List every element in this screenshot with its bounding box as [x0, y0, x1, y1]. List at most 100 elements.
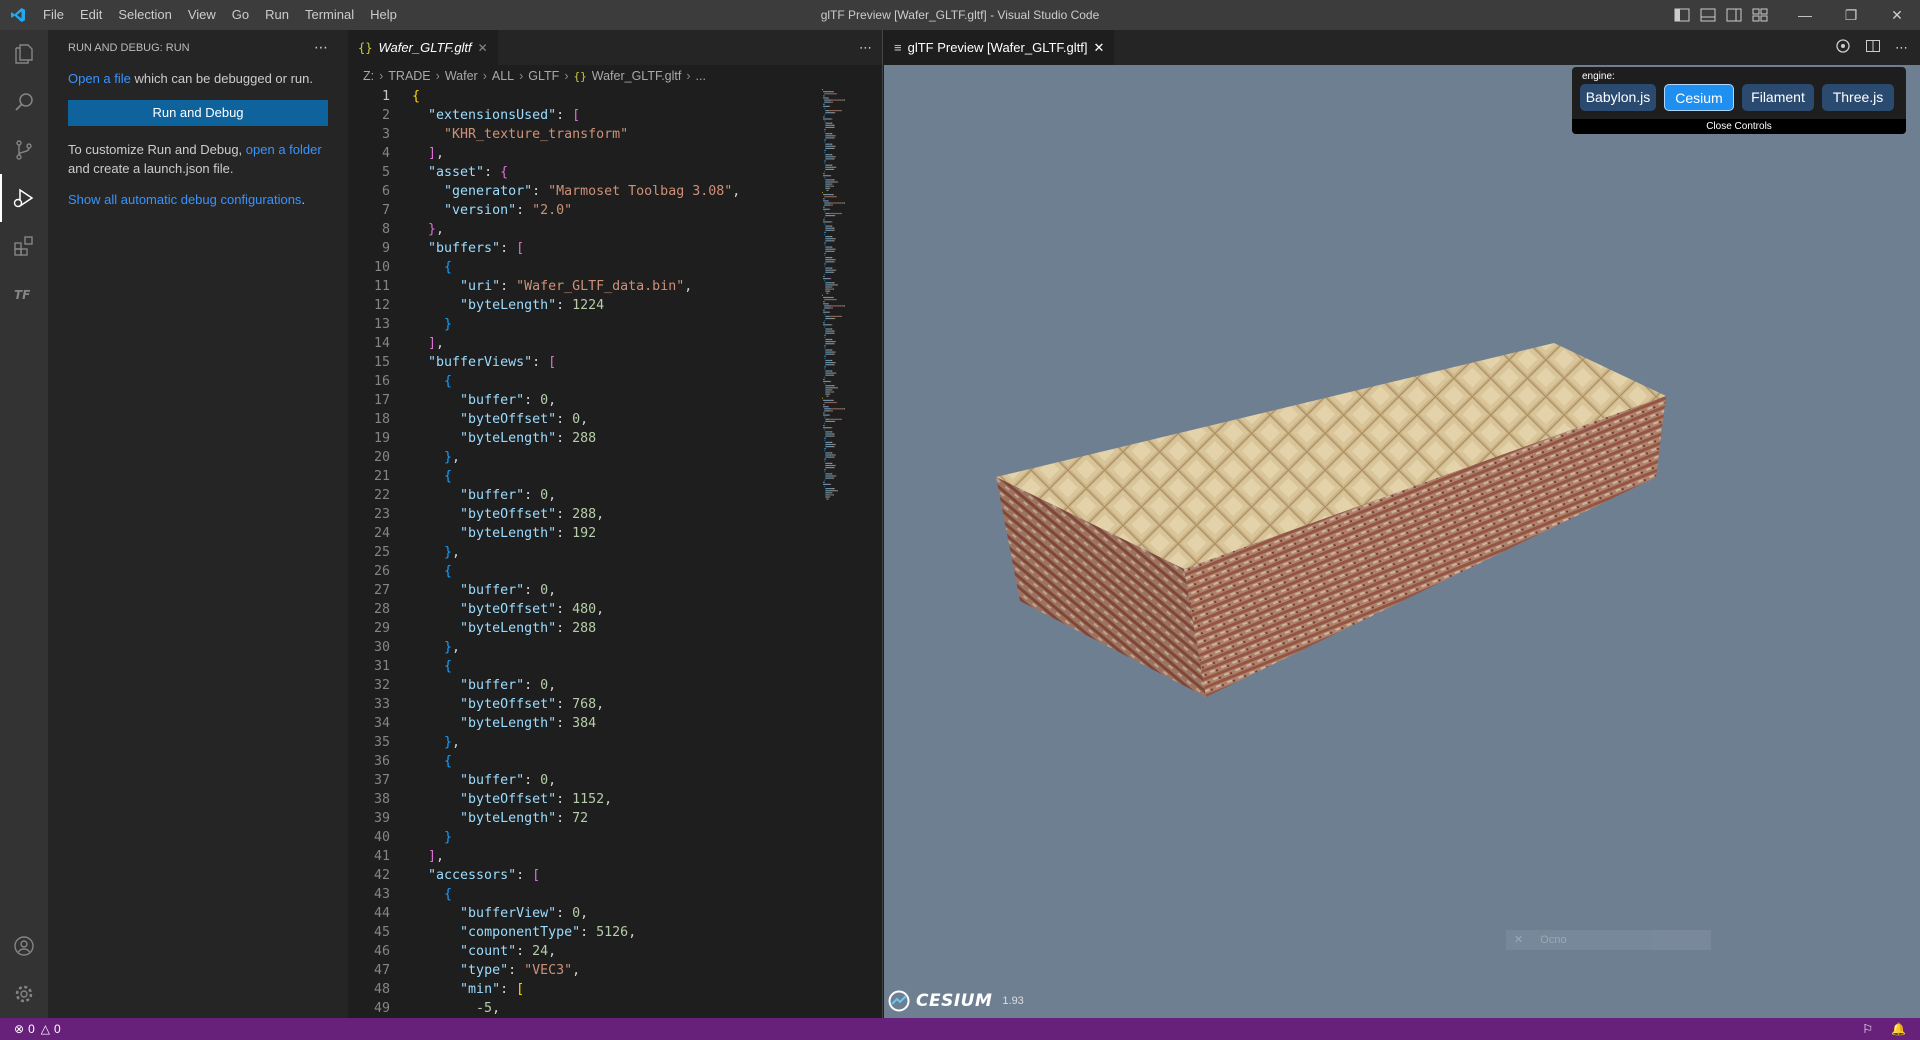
code-line[interactable]: 39 "byteLength": 72 — [348, 809, 818, 828]
problems-indicator[interactable]: ⊗ 0 △ 0 — [0, 1022, 61, 1036]
menu-terminal[interactable]: Terminal — [297, 0, 362, 30]
code-line[interactable]: 38 "byteOffset": 1152, — [348, 790, 818, 809]
code-line[interactable]: 26 { — [348, 562, 818, 581]
code-line[interactable]: 20 }, — [348, 448, 818, 467]
tab-gltf-preview[interactable]: ≡ glTF Preview [Wafer_GLTF.gltf] ✕ — [884, 30, 1115, 65]
code-line[interactable]: 29 "byteLength": 288 — [348, 619, 818, 638]
menu-selection[interactable]: Selection — [110, 0, 179, 30]
source-control-icon[interactable] — [0, 126, 48, 174]
manage-gear-icon[interactable] — [0, 970, 48, 1018]
code-line[interactable]: 16 { — [348, 372, 818, 391]
customize-layout-icon[interactable] — [1750, 5, 1770, 25]
close-controls-button[interactable]: Close Controls — [1572, 119, 1906, 134]
minimize-icon[interactable]: — — [1782, 0, 1828, 30]
code-line[interactable]: 3 "KHR_texture_transform" — [348, 125, 818, 144]
editor-more-actions-icon[interactable]: ⋯ — [859, 30, 872, 65]
vscode-logo-icon[interactable] — [0, 0, 35, 30]
code-line[interactable]: 21 { — [348, 467, 818, 486]
code-line[interactable]: 40 } — [348, 828, 818, 847]
code-line[interactable]: 10 { — [348, 258, 818, 277]
close-window-icon[interactable]: ✕ — [1874, 0, 1920, 30]
split-editor-icon[interactable] — [1865, 38, 1881, 57]
extensions-icon[interactable] — [0, 222, 48, 270]
search-icon[interactable] — [0, 78, 48, 126]
code-line[interactable]: 13 } — [348, 315, 818, 334]
menu-run[interactable]: Run — [257, 0, 297, 30]
code-line[interactable]: 1{ — [348, 87, 818, 106]
engine-filament-button[interactable]: Filament — [1742, 84, 1814, 111]
terraform-icon[interactable]: TF — [0, 270, 48, 318]
code-line[interactable]: 49 -5, — [348, 999, 818, 1018]
code-line[interactable]: 6 "generator": "Marmoset Toolbag 3.08", — [348, 182, 818, 201]
code-line[interactable]: 8 }, — [348, 220, 818, 239]
code-line[interactable]: 44 "bufferView": 0, — [348, 904, 818, 923]
breadcrumb-trade[interactable]: TRADE — [388, 69, 430, 83]
code-line[interactable]: 41 ], — [348, 847, 818, 866]
gltf-actions-icon[interactable] — [1835, 38, 1851, 57]
code-line[interactable]: 36 { — [348, 752, 818, 771]
minimap[interactable] — [818, 87, 883, 507]
code-line[interactable]: 5 "asset": { — [348, 163, 818, 182]
cesium-credit[interactable]: CESIUM 1.93 — [888, 990, 1024, 1012]
toggle-secondary-sidebar-icon[interactable] — [1724, 5, 1744, 25]
tab-wafer-gltf[interactable]: {} Wafer_GLTF.gltf ✕ — [348, 30, 498, 65]
code-line[interactable]: 32 "buffer": 0, — [348, 676, 818, 695]
code-line[interactable]: 14 ], — [348, 334, 818, 353]
breadcrumb-file[interactable]: Wafer_GLTF.gltf — [592, 69, 682, 83]
code-line[interactable]: 25 }, — [348, 543, 818, 562]
code-line[interactable]: 30 }, — [348, 638, 818, 657]
engine-cesium-button[interactable]: Cesium — [1664, 84, 1734, 111]
live-share-icon[interactable]: ⚐ — [1862, 1022, 1873, 1036]
engine-threejs-button[interactable]: Three.js — [1822, 84, 1894, 111]
code-line[interactable]: 12 "byteLength": 1224 — [348, 296, 818, 315]
menu-file[interactable]: File — [35, 0, 72, 30]
show-configs-link[interactable]: Show all automatic debug configurations — [68, 192, 301, 207]
breadcrumb-gltf[interactable]: GLTF — [528, 69, 559, 83]
code-line[interactable]: 9 "buffers": [ — [348, 239, 818, 258]
code-area[interactable]: 1{2 "extensionsUsed": [3 "KHR_texture_tr… — [348, 87, 818, 1018]
run-and-debug-button[interactable]: Run and Debug — [68, 100, 328, 126]
open-folder-link[interactable]: open a folder — [246, 142, 322, 157]
code-line[interactable]: 19 "byteLength": 288 — [348, 429, 818, 448]
code-line[interactable]: 22 "buffer": 0, — [348, 486, 818, 505]
code-line[interactable]: 33 "byteOffset": 768, — [348, 695, 818, 714]
more-actions-icon[interactable]: ⋯ — [314, 39, 328, 56]
code-line[interactable]: 31 { — [348, 657, 818, 676]
menu-view[interactable]: View — [180, 0, 224, 30]
code-line[interactable]: 18 "byteOffset": 0, — [348, 410, 818, 429]
code-line[interactable]: 37 "buffer": 0, — [348, 771, 818, 790]
faded-search-input[interactable]: ✕ Ocno — [1506, 930, 1711, 950]
code-line[interactable]: 43 { — [348, 885, 818, 904]
menu-edit[interactable]: Edit — [72, 0, 110, 30]
code-line[interactable]: 46 "count": 24, — [348, 942, 818, 961]
code-line[interactable]: 7 "version": "2.0" — [348, 201, 818, 220]
code-line[interactable]: 48 "min": [ — [348, 980, 818, 999]
code-line[interactable]: 4 ], — [348, 144, 818, 163]
menu-help[interactable]: Help — [362, 0, 405, 30]
code-line[interactable]: 47 "type": "VEC3", — [348, 961, 818, 980]
code-line[interactable]: 15 "bufferViews": [ — [348, 353, 818, 372]
code-line[interactable]: 27 "buffer": 0, — [348, 581, 818, 600]
close-tab-icon[interactable]: ✕ — [478, 41, 488, 55]
breadcrumb-symbol[interactable]: ... — [696, 69, 706, 83]
close-tab-icon[interactable]: ✕ — [1093, 40, 1104, 56]
preview-more-actions-icon[interactable]: ⋯ — [1895, 40, 1908, 56]
code-line[interactable]: 11 "uri": "Wafer_GLTF_data.bin", — [348, 277, 818, 296]
open-file-link[interactable]: Open a file — [68, 71, 131, 86]
code-line[interactable]: 23 "byteOffset": 288, — [348, 505, 818, 524]
faded-close-icon[interactable]: ✕ — [1514, 934, 1523, 946]
notifications-bell-icon[interactable]: 🔔 — [1891, 1022, 1906, 1036]
explorer-icon[interactable] — [0, 30, 48, 78]
code-line[interactable]: 34 "byteLength": 384 — [348, 714, 818, 733]
accounts-icon[interactable] — [0, 922, 48, 970]
restore-icon[interactable]: ❐ — [1828, 0, 1874, 30]
breadcrumb-drive[interactable]: Z: — [363, 69, 374, 83]
run-and-debug-icon[interactable] — [0, 174, 48, 222]
wafer-model[interactable] — [884, 65, 1920, 1018]
breadcrumb-all[interactable]: ALL — [492, 69, 514, 83]
toggle-primary-sidebar-icon[interactable] — [1672, 5, 1692, 25]
code-line[interactable]: 17 "buffer": 0, — [348, 391, 818, 410]
3d-viewport[interactable]: engine: Babylon.js Cesium Filament Three… — [884, 65, 1920, 1018]
breadcrumb-wafer[interactable]: Wafer — [445, 69, 478, 83]
code-line[interactable]: 2 "extensionsUsed": [ — [348, 106, 818, 125]
